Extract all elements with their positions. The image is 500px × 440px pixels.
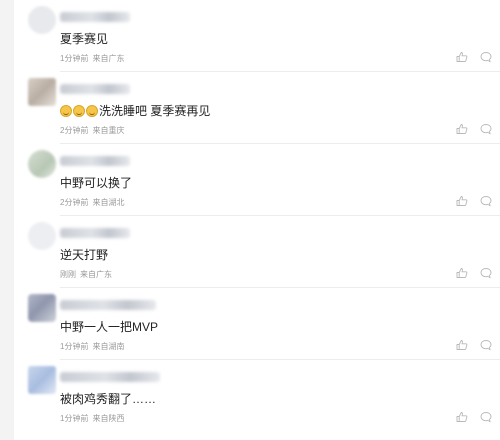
comment-time: 1分钟前: [60, 54, 89, 63]
thumbs-up-icon[interactable]: [456, 411, 468, 423]
comment-text-body: 洗洗睡吧 夏季赛再见: [99, 104, 211, 118]
comment-location: 来自湖南: [92, 342, 125, 351]
comment-location: 来自湖北: [92, 198, 125, 207]
comment-meta: 1分钟前 来自陕西: [60, 413, 124, 424]
comment-item: 逆天打野 刚刚 来自广东: [14, 216, 500, 288]
thumbs-up-icon[interactable]: [456, 267, 468, 279]
avatar[interactable]: [28, 150, 56, 178]
comment-location: 来自广东: [92, 54, 125, 63]
comment-location: 来自广东: [80, 270, 112, 279]
comment-time: 1分钟前: [60, 414, 89, 423]
comment-location: 来自重庆: [92, 126, 125, 135]
comment-meta: 2分钟前 来自湖北: [60, 197, 124, 208]
comment-item: 被肉鸡秀翻了…… 1分钟前 来自陕西: [14, 360, 500, 432]
laugh-cry-emoji: [73, 105, 85, 117]
laugh-cry-emoji: [60, 105, 72, 117]
username-blurred[interactable]: [60, 84, 130, 94]
username-blurred[interactable]: [60, 156, 130, 166]
thumbs-up-icon[interactable]: [456, 51, 468, 63]
avatar[interactable]: [28, 294, 56, 322]
left-edge-panel: [0, 0, 14, 440]
comment-text: 中野一人一把MVP: [60, 320, 159, 334]
comment-text: 被肉鸡秀翻了……: [60, 392, 157, 406]
thumbs-up-icon[interactable]: [456, 123, 468, 135]
comment-time: 刚刚: [60, 270, 76, 279]
comment-text: 中野可以换了: [60, 176, 133, 190]
comment-bubble-icon[interactable]: [480, 267, 492, 279]
comment-item: 中野可以换了 2分钟前 来自湖北: [14, 144, 500, 216]
comment-time: 1分钟前: [60, 342, 89, 351]
comment-text: 洗洗睡吧 夏季赛再见: [60, 102, 210, 119]
comment-bubble-icon[interactable]: [480, 51, 492, 63]
comment-item: 洗洗睡吧 夏季赛再见 2分钟前 来自重庆: [14, 72, 500, 144]
avatar[interactable]: [28, 78, 56, 106]
comment-text: 逆天打野: [60, 248, 109, 262]
comment-time: 2分钟前: [60, 126, 89, 135]
thumbs-up-icon[interactable]: [456, 339, 468, 351]
avatar[interactable]: [28, 222, 56, 250]
comment-text: 夏季赛见: [60, 32, 109, 46]
laugh-cry-emoji: [86, 105, 98, 117]
comment-item: 中野一人一把MVP 1分钟前 来自湖南: [14, 288, 500, 360]
comment-location: 来自陕西: [92, 414, 125, 423]
comment-meta: 1分钟前 来自湖南: [60, 341, 124, 352]
thumbs-up-icon[interactable]: [456, 195, 468, 207]
username-blurred[interactable]: [60, 12, 130, 22]
comment-time: 2分钟前: [60, 198, 89, 207]
comment-bubble-icon[interactable]: [480, 339, 492, 351]
avatar[interactable]: [28, 6, 56, 34]
username-blurred[interactable]: [60, 372, 160, 382]
avatar[interactable]: [28, 366, 56, 394]
comment-item: 夏季赛见 1分钟前 来自广东: [14, 0, 500, 72]
username-blurred[interactable]: [60, 300, 156, 310]
comment-bubble-icon[interactable]: [480, 123, 492, 135]
comment-bubble-icon[interactable]: [480, 411, 492, 423]
username-blurred[interactable]: [60, 228, 130, 238]
comment-bubble-icon[interactable]: [480, 195, 492, 207]
comment-meta: 刚刚 来自广东: [60, 269, 112, 280]
comment-meta: 1分钟前 来自广东: [60, 53, 124, 64]
comment-meta: 2分钟前 来自重庆: [60, 125, 124, 136]
